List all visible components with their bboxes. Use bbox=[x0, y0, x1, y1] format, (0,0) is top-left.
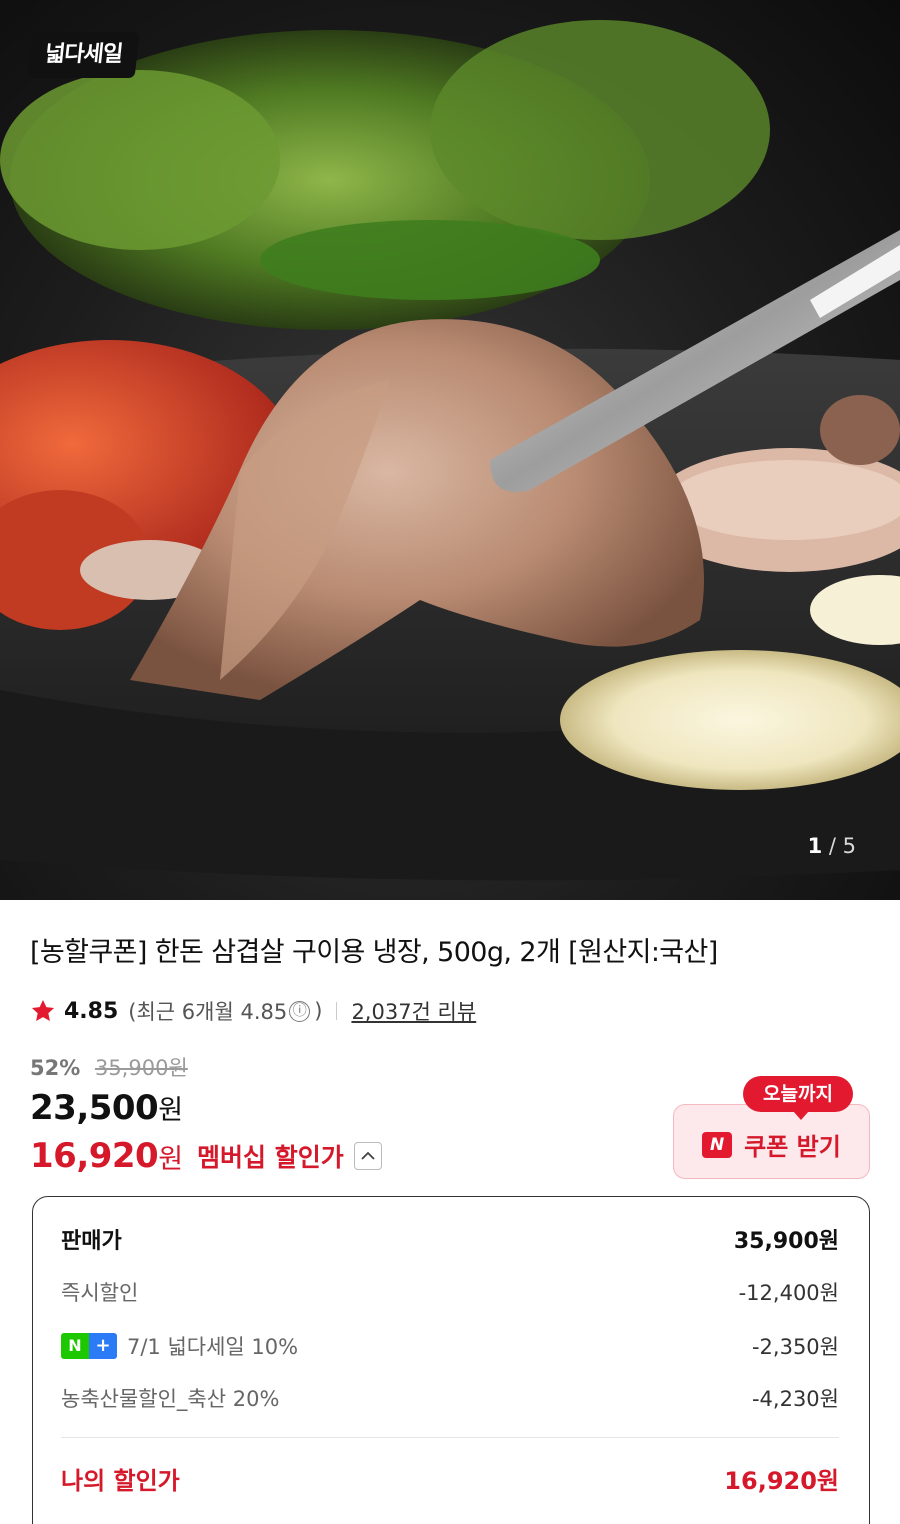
today-only-tag: 오늘까지 bbox=[743, 1076, 853, 1120]
breakdown-row-my-price: 나의 할인가 16,920원 bbox=[61, 1461, 839, 1496]
row-value: -4,230원 bbox=[751, 1387, 839, 1411]
member-price-unit: 원 bbox=[158, 1143, 184, 1175]
image-pager: 1 / 5 bbox=[808, 834, 856, 858]
row-value: 35,900원 bbox=[733, 1229, 839, 1254]
row-value: -2,350원 bbox=[751, 1335, 839, 1359]
breakdown-row-list-price: 판매가 35,900원 bbox=[61, 1223, 839, 1255]
star-icon bbox=[31, 999, 55, 1021]
get-coupon-button[interactable]: N 쿠폰 받기 bbox=[673, 1104, 870, 1179]
chevron-up-icon bbox=[361, 1151, 375, 1160]
price-breakdown-panel: 판매가 35,900원 즉시할인 -12,400원 N + 7/1 넓다세일 1… bbox=[32, 1196, 870, 1524]
recent-rating-close: ) bbox=[314, 999, 323, 1023]
row-label: 농축산물할인_축산 20% bbox=[61, 1387, 280, 1411]
breakdown-divider bbox=[61, 1437, 839, 1438]
breakdown-row-instant-discount: 즉시할인 -12,400원 bbox=[61, 1277, 839, 1307]
total-value: 16,920원 bbox=[724, 1467, 839, 1495]
product-photo-illustration bbox=[0, 20, 900, 881]
sale-price-unit: 원 bbox=[158, 1095, 183, 1126]
discount-percent: 52% bbox=[30, 1056, 81, 1080]
info-icon[interactable]: ⓘ bbox=[289, 1000, 311, 1022]
coupon-area: 오늘까지 N 쿠폰 받기 bbox=[673, 1074, 870, 1180]
discount-row: 52% 35,900원 bbox=[30, 1052, 188, 1082]
breakdown-row-sale-coupon: N + 7/1 넓다세일 10% -2,350원 bbox=[61, 1331, 839, 1361]
total-label: 나의 할인가 bbox=[61, 1467, 180, 1495]
product-image[interactable]: 넓다세일 1 / 5 bbox=[0, 0, 900, 900]
member-price-label: 멤버십 할인가 bbox=[197, 1143, 344, 1172]
recent-rating: (최근 6개월 4.85 bbox=[128, 1000, 288, 1024]
breakdown-row-agri-discount: 농축산물할인_축산 20% -4,230원 bbox=[61, 1383, 839, 1413]
row-value: -12,400원 bbox=[738, 1281, 839, 1305]
naver-plus-badge-icon: N + bbox=[61, 1333, 117, 1359]
pager-total: / 5 bbox=[828, 834, 856, 858]
sale-price: 23,500원 bbox=[30, 1088, 183, 1128]
badge-plus: + bbox=[89, 1333, 117, 1359]
naver-n-icon: N bbox=[702, 1131, 733, 1158]
row-label: 판매가 bbox=[61, 1229, 122, 1254]
row-label: 즉시할인 bbox=[61, 1281, 139, 1305]
sale-price-value: 23,500 bbox=[30, 1088, 159, 1128]
review-count-link[interactable]: 2,037건 리뷰 bbox=[351, 996, 476, 1026]
get-coupon-label: 쿠폰 받기 bbox=[744, 1133, 841, 1161]
row-label: 7/1 넓다세일 10% bbox=[127, 1335, 299, 1359]
membership-price-row: 16,920 원 멤버십 할인가 bbox=[30, 1136, 382, 1176]
pager-current: 1 bbox=[807, 834, 823, 858]
rating-score: 4.85 bbox=[64, 998, 119, 1024]
rating-row: 4.85 (최근 6개월 4.85 ⓘ ) 2,037건 리뷰 bbox=[30, 994, 476, 1028]
collapse-breakdown-button[interactable] bbox=[353, 1142, 382, 1170]
divider bbox=[336, 1002, 338, 1020]
product-title: [농할쿠폰] 한돈 삼겹살 구이용 냉장, 500g, 2개 [원산지:국산] bbox=[30, 937, 718, 968]
member-price-value: 16,920 bbox=[30, 1136, 159, 1176]
brand-badge: 넓다세일 bbox=[27, 32, 140, 78]
badge-n: N bbox=[61, 1333, 89, 1359]
original-price: 35,900원 bbox=[94, 1056, 188, 1080]
